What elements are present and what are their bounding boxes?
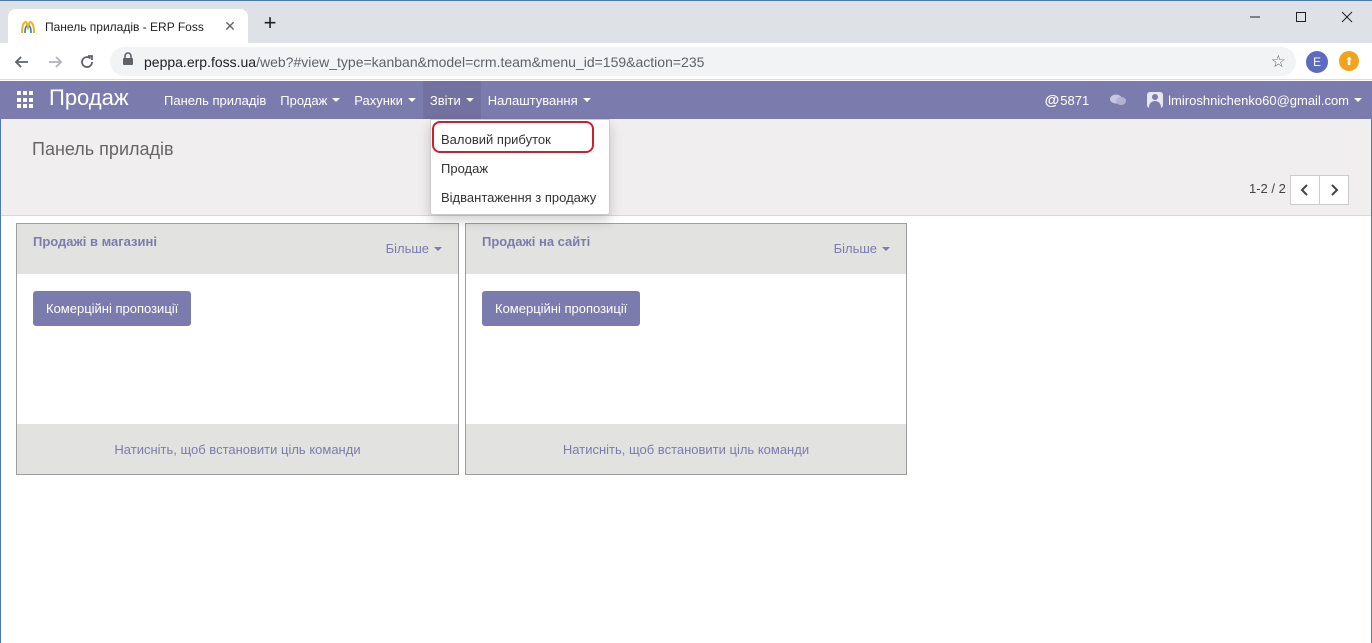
extension-icon[interactable]: ⬆ — [1339, 51, 1359, 71]
page-title: Панель приладів — [32, 139, 174, 159]
chat-bubbles-icon — [1110, 94, 1127, 105]
caret-down-icon — [407, 98, 416, 102]
menu-sales[interactable]: Продаж — [273, 81, 347, 119]
user-avatar-icon — [1147, 92, 1164, 108]
highlight-annotation — [432, 121, 594, 153]
user-dropdown[interactable]: lmiroshnichenko60@gmail.com — [1139, 81, 1372, 119]
menu-configuration[interactable]: Налаштування — [481, 81, 598, 119]
menu-reports[interactable]: Звіти — [422, 81, 481, 119]
quotations-button[interactable]: Комерційні пропозиції — [482, 291, 641, 326]
reload-icon — [81, 55, 93, 68]
apps-grid-icon[interactable] — [17, 91, 35, 109]
tab-title: Панель приладів - ERP Foss — [45, 19, 204, 34]
app-brand: Продаж — [49, 85, 129, 110]
reload-button[interactable] — [74, 49, 100, 75]
mentions-counter[interactable]: @ 5871 — [1037, 81, 1098, 119]
close-window-button[interactable] — [1324, 1, 1370, 33]
back-button[interactable] — [9, 49, 35, 75]
back-arrow-icon — [14, 56, 28, 68]
menu-invoices[interactable]: Рахунки — [347, 81, 423, 119]
chevron-left-icon — [1300, 184, 1308, 196]
lock-icon — [122, 52, 134, 71]
forward-button[interactable] — [42, 49, 68, 75]
dropdown-item-sales[interactable]: Продаж — [431, 154, 609, 183]
pager-next-button[interactable] — [1319, 175, 1349, 205]
caret-down-icon — [332, 98, 341, 102]
maximize-button[interactable] — [1278, 1, 1324, 33]
team-name[interactable]: Продажі в магазині — [33, 234, 157, 249]
caret-down-icon — [1354, 98, 1362, 102]
forward-arrow-icon — [49, 56, 63, 68]
minimize-button[interactable] — [1232, 1, 1278, 33]
set-team-target-link[interactable]: Натисніть, щоб встановити ціль команди — [466, 424, 906, 474]
set-team-target-link[interactable]: Натисніть, щоб встановити ціль команди — [17, 424, 458, 474]
team-more-dropdown[interactable]: Більше — [386, 241, 442, 256]
caret-down-icon — [434, 246, 442, 251]
favicon-icon — [20, 19, 36, 35]
tab-close-icon[interactable]: ✕ — [222, 18, 238, 35]
team-card-header: Продажі на сайті Більше — [466, 224, 906, 274]
pager-buttons — [1290, 175, 1349, 205]
dropdown-item-sales-delivery[interactable]: Відвантаження з продажу — [431, 183, 609, 212]
caret-down-icon — [582, 98, 591, 102]
caret-down-icon — [465, 98, 474, 102]
profile-avatar[interactable]: E — [1306, 51, 1328, 73]
team-card: Продажі в магазині Більше Комерційні про… — [16, 223, 459, 475]
team-card: Продажі на сайті Більше Комерційні пропо… — [465, 223, 907, 475]
user-menu-area: @ 5871 lmiroshnichenko60@gmail.com — [1037, 81, 1372, 119]
control-panel: Панель приладів 1-2 / 2 — [0, 119, 1372, 216]
window-border — [0, 119, 1, 643]
browser-tab[interactable]: Панель приладів - ERP Foss ✕ — [8, 9, 248, 44]
pager-value[interactable]: 1-2 / 2 — [1249, 181, 1286, 196]
menu-dashboard[interactable]: Панель приладів — [157, 81, 273, 119]
url-text: peppa.erp.foss.ua/web?#view_type=kanban&… — [144, 53, 705, 70]
browser-tab-bar: Панель приладів - ERP Foss ✕ + — [0, 0, 1372, 44]
bookmark-star-icon[interactable]: ☆ — [1271, 52, 1286, 72]
at-sign-icon: @ — [1044, 91, 1060, 109]
team-name[interactable]: Продажі на сайті — [482, 234, 590, 249]
quotations-button[interactable]: Комерційні пропозиції — [33, 291, 192, 326]
chevron-right-icon — [1331, 184, 1339, 196]
chat-button[interactable] — [1097, 81, 1139, 119]
app-navbar: Продаж Панель приладів Продаж Рахунки Зв… — [0, 81, 1372, 119]
browser-toolbar: peppa.erp.foss.ua/web?#view_type=kanban&… — [0, 43, 1372, 80]
address-bar[interactable]: peppa.erp.foss.ua/web?#view_type=kanban&… — [110, 47, 1296, 76]
team-more-dropdown[interactable]: Більше — [834, 241, 890, 256]
new-tab-button[interactable]: + — [258, 12, 282, 36]
team-card-header: Продажі в магазині Більше — [17, 224, 458, 274]
caret-down-icon — [882, 246, 890, 251]
main-menu: Панель приладів Продаж Рахунки Звіти Нал… — [157, 81, 598, 119]
pager-previous-button[interactable] — [1290, 175, 1320, 205]
